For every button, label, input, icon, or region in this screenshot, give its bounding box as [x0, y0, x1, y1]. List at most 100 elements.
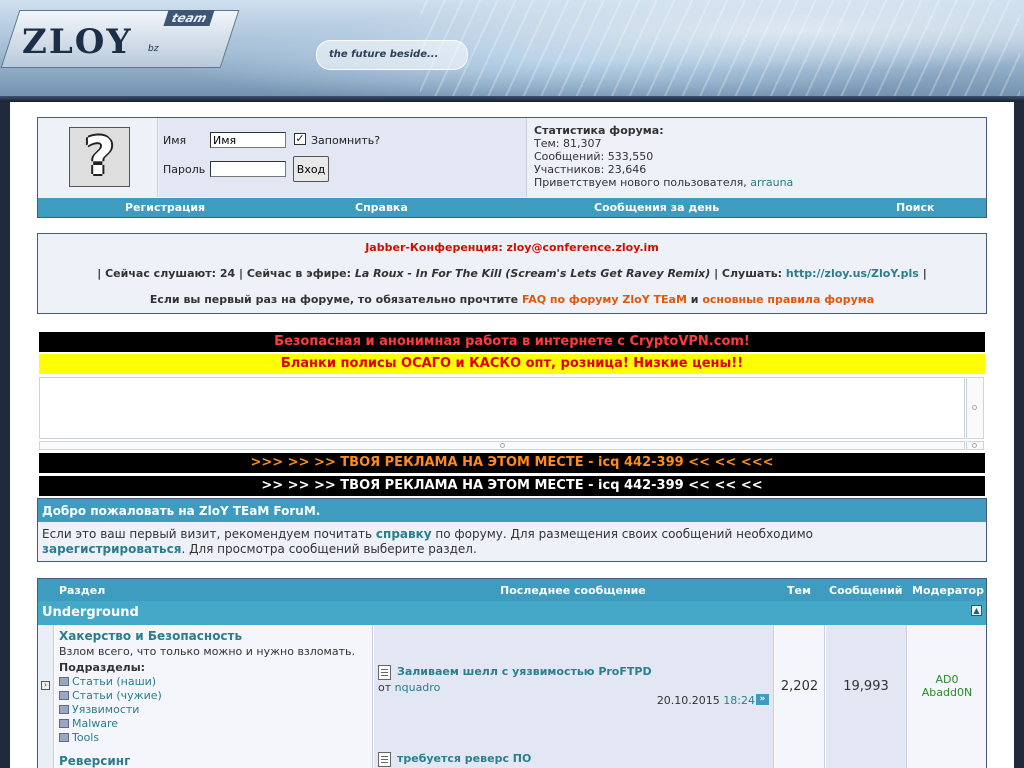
- subforum-label: Уязвимости: [72, 703, 140, 716]
- posts-count: 19,993: [843, 679, 889, 694]
- radio-stream-link[interactable]: http://zloy.us/ZloY.pls: [786, 267, 919, 280]
- subforum-link[interactable]: Tools: [59, 731, 99, 744]
- scroll-thumb-icon: [972, 443, 977, 448]
- username-label: Имя: [163, 134, 187, 147]
- remember-checkbox[interactable]: ✓: [294, 133, 306, 145]
- subforum-link[interactable]: Уязвимости: [59, 703, 139, 716]
- welcome-register-link[interactable]: зарегистрироваться: [42, 542, 181, 556]
- first-visit-and: и: [690, 293, 699, 306]
- thread-icon: [378, 752, 391, 767]
- stats-title: Статистика форума:: [534, 124, 664, 137]
- header-section: Раздел: [59, 584, 106, 597]
- subforum-folder-icon: [59, 705, 69, 714]
- avatar-cell: ?: [38, 118, 158, 197]
- first-visit-text: Если вы первый раз на форуме, то обязате…: [149, 293, 519, 306]
- avatar-placeholder-icon: ?: [69, 127, 130, 187]
- moderator-link[interactable]: AD0: [908, 673, 986, 686]
- welcome-text-2: по форуму. Для размещения своих сообщени…: [435, 527, 813, 541]
- site-logo[interactable]: ZLOY: [22, 22, 133, 62]
- subforum-link[interactable]: Malware: [59, 717, 118, 730]
- subforum-folder-icon: [59, 691, 69, 700]
- collapse-icon[interactable]: ▲: [971, 605, 982, 616]
- category-row: Underground ▲: [38, 601, 986, 625]
- goto-last-post-icon[interactable]: »: [756, 694, 769, 705]
- last-post-time: 18:24: [723, 694, 755, 707]
- moderator-link[interactable]: Abadd0N: [908, 686, 986, 699]
- subforum-link[interactable]: Статьи (чужие): [59, 689, 162, 702]
- subforum-label: Статьи (чужие): [72, 689, 162, 702]
- nav-search[interactable]: Поиск: [896, 201, 934, 214]
- ad-cryptovpn[interactable]: Безопасная и анонимная работа в интернет…: [39, 332, 985, 352]
- username-input[interactable]: [210, 132, 286, 148]
- subforums-label: Подразделы:: [59, 661, 146, 674]
- ad-frame-scroll-corner: [966, 441, 984, 450]
- subforum-label: Malware: [72, 717, 119, 730]
- subforum-folder-icon: [59, 677, 69, 686]
- last-post-date: 20.10.2015: [656, 694, 720, 707]
- last-post-title[interactable]: требуется реверс ПО: [397, 752, 531, 765]
- logo-team-badge: team: [163, 10, 216, 26]
- newest-user-prefix: Приветствуем нового пользователя,: [534, 176, 747, 189]
- subforum-folder-icon: [59, 719, 69, 728]
- radio-status: | Сейчас слушают: 24 | Сейчас в эфире: L…: [38, 267, 986, 280]
- faq-link[interactable]: FAQ по форуму ZloY TEaM: [522, 293, 687, 306]
- header-moderator: Модератор: [912, 584, 984, 597]
- subforum-label: Tools: [72, 731, 100, 744]
- login-panel: ? Имя ✓ Запомнить? Пароль Вход Статистик…: [37, 117, 987, 218]
- radio-listen-label: | Слушать:: [714, 267, 783, 280]
- nav-today-posts[interactable]: Сообщения за день: [594, 201, 719, 214]
- subforum-link[interactable]: Статьи (наши): [59, 675, 156, 688]
- scroll-thumb-icon: [500, 443, 505, 448]
- last-post-title[interactable]: Заливаем шелл с уязвимостью ProFTPD: [397, 665, 652, 678]
- login-button[interactable]: Вход: [293, 156, 329, 182]
- header-topics: Тем: [787, 584, 811, 597]
- login-form: Имя ✓ Запомнить? Пароль Вход: [159, 118, 527, 197]
- ad-frame-horizontal-scrollbar[interactable]: [39, 441, 965, 450]
- topics-column: 2,202: [775, 625, 825, 768]
- forum-table: Раздел Последнее сообщение Тем Сообщений…: [37, 578, 987, 768]
- forum-status-column: ›: [38, 625, 54, 768]
- header-last-post: Последнее сообщение: [500, 584, 646, 597]
- stats-newest-user: Приветствуем нового пользователя, arraun…: [534, 176, 974, 189]
- welcome-help-link[interactable]: справку: [376, 527, 432, 541]
- header-decoration: [420, 0, 1020, 102]
- header-posts: Сообщений: [829, 584, 903, 597]
- forum-info-column: Хакерство и Безопасность Взлом всего, чт…: [55, 625, 373, 768]
- posts-column: 19,993: [826, 625, 907, 768]
- last-post-author: от nquadro: [378, 681, 440, 694]
- forum-title-hacking[interactable]: Хакерство и Безопасность: [59, 629, 242, 643]
- forum-description: Взлом всего, что только можно и нужно вз…: [59, 645, 355, 658]
- subforum-folder-icon: [59, 733, 69, 742]
- password-label: Пароль: [163, 163, 206, 176]
- stats-members: Участников: 23,646: [534, 163, 647, 176]
- site-tagline: the future beside...: [316, 40, 468, 70]
- rules-link[interactable]: основные правила форума: [702, 293, 874, 306]
- ad-osago[interactable]: Бланки полисы ОСАГО и КАСКО опт, розница…: [39, 354, 985, 374]
- welcome-box: Добро пожаловать на ZloY TEaM ForuM. Есл…: [37, 498, 987, 562]
- page-content: ? Имя ✓ Запомнить? Пароль Вход Статистик…: [10, 102, 1014, 768]
- category-link[interactable]: Underground: [42, 605, 139, 620]
- password-input[interactable]: [210, 161, 286, 177]
- forum-stats: Статистика форума: Тем: 81,307 Сообщений…: [534, 124, 974, 196]
- nav-help[interactable]: Справка: [355, 201, 408, 214]
- stats-posts: Сообщений: 533,550: [534, 150, 654, 163]
- info-box: Jabber-Конференция: zloy@conference.zloy…: [37, 233, 987, 314]
- moderators-column: AD0 Abadd0N: [908, 625, 986, 768]
- ad-banner-white[interactable]: >> >> >> ТВОЯ РЕКЛАМА НА ЭТОМ МЕСТЕ - ic…: [39, 476, 985, 496]
- stats-topics: Тем: 81,307: [534, 137, 602, 150]
- first-visit-notice: Если вы первый раз на форуме, то обязате…: [38, 293, 986, 306]
- welcome-text-3: . Для просмотра сообщений выберите разде…: [181, 542, 477, 556]
- ad-frame: [39, 377, 965, 439]
- ad-banner-orange[interactable]: >>> >> >> ТВОЯ РЕКЛАМА НА ЭТОМ МЕСТЕ - i…: [39, 453, 985, 473]
- welcome-text-1: Если это ваш первый визит, рекомендуем п…: [42, 527, 373, 541]
- ad-frame-vertical-scrollbar[interactable]: [966, 377, 984, 439]
- last-post-author-link[interactable]: nquadro: [395, 681, 441, 694]
- forum-title-reversing[interactable]: Реверсинг: [59, 754, 130, 768]
- scroll-thumb-icon: [972, 405, 977, 410]
- thread-icon: [378, 665, 391, 680]
- logo-domain-badge: bz: [148, 44, 159, 54]
- jabber-conference: Jabber-Конференция: zloy@conference.zloy…: [365, 241, 659, 254]
- nav-register[interactable]: Регистрация: [125, 201, 205, 214]
- last-post-datetime: 20.10.2015 18:24: [657, 694, 755, 707]
- newest-user-link[interactable]: arrauna: [750, 176, 793, 189]
